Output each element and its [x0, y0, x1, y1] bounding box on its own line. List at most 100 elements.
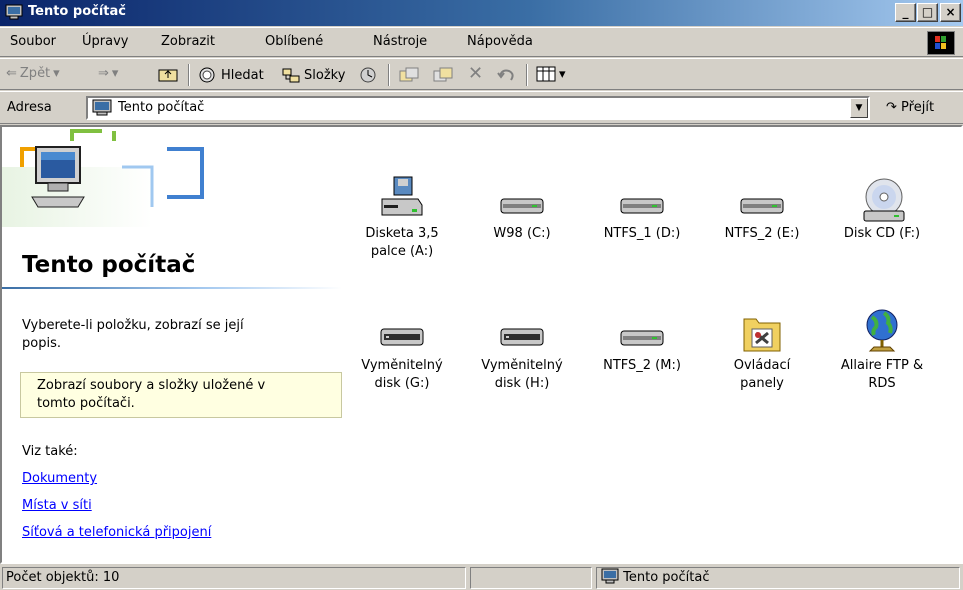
drive-a-label-2: palce (A:)	[370, 244, 434, 259]
go-label: Přejít	[901, 100, 935, 115]
removable-disk-icon	[498, 307, 546, 357]
forward-button[interactable]: ⇒ ▾	[98, 66, 118, 81]
history-icon	[360, 67, 376, 83]
allaire-ftp-rds[interactable]: Allaire FTP & RDS	[822, 307, 942, 393]
dropdown-arrow-icon: ▾	[559, 66, 566, 82]
address-input[interactable]: Tento počítač ▼	[86, 96, 870, 120]
toolbar-separator	[188, 64, 190, 86]
drive-f[interactable]: Disk CD (F:)	[822, 175, 942, 243]
divider	[2, 287, 342, 289]
control-panel-icon	[738, 307, 786, 357]
close-button[interactable]: ×	[940, 3, 961, 22]
menu-nastroje[interactable]: Nástroje	[373, 34, 427, 49]
pane-banner: Tento počítač	[2, 127, 342, 289]
folders-button[interactable]: Složky	[281, 66, 345, 84]
computer-icon	[92, 99, 112, 116]
copy-to-button[interactable]	[432, 66, 454, 84]
move-to-button[interactable]	[398, 66, 420, 84]
drive-a[interactable]: Disketa 3,5 palce (A:)	[342, 175, 462, 261]
control-panel-label-1: Ovládací	[733, 358, 791, 373]
menu-bar: Soubor Úpravy Zobrazit Oblíbené Nástroje…	[0, 27, 963, 57]
drive-h[interactable]: Vyměnitelný disk (H:)	[462, 307, 582, 393]
go-button[interactable]: ↷ Přejít	[886, 100, 934, 115]
folders-label: Složky	[304, 67, 346, 83]
go-arrow-icon: ↷	[886, 100, 897, 115]
title-bar: Tento počítač _ □ ×	[0, 0, 963, 26]
see-also-label: Viz také:	[22, 444, 78, 459]
undo-button[interactable]	[496, 66, 518, 84]
status-bar: Počet objektů: 10 Tento počítač	[0, 565, 963, 590]
pane-title: Tento počítač	[22, 252, 196, 278]
maximize-button[interactable]: □	[917, 3, 938, 22]
status-location-label: Tento počítač	[623, 570, 710, 585]
views-button[interactable]: ▾	[536, 66, 566, 82]
history-button[interactable]	[358, 66, 378, 84]
drive-m-label: NTFS_2 (M:)	[603, 358, 681, 373]
removable-disk-icon	[378, 307, 426, 357]
menu-oblibene[interactable]: Oblíbené	[265, 34, 323, 49]
status-location: Tento počítač	[596, 567, 960, 589]
up-folder-icon	[158, 69, 178, 82]
dropdown-arrow-icon: ▾	[111, 66, 119, 81]
content-area: Tento počítač Vyberete-li položku, zobra…	[0, 125, 963, 564]
address-dropdown-button[interactable]: ▼	[850, 98, 868, 118]
toolbar-separator	[388, 64, 390, 86]
menu-upravy[interactable]: Úpravy	[82, 34, 128, 49]
link-documents[interactable]: Dokumenty	[22, 470, 97, 488]
link-dialup-connections[interactable]: Síťová a telefonická připojení	[22, 524, 211, 542]
delete-icon[interactable]: ✕	[468, 63, 483, 84]
drive-m[interactable]: NTFS_2 (M:)	[582, 307, 702, 375]
hard-disk-icon	[618, 175, 666, 225]
drive-c[interactable]: W98 (C:)	[462, 175, 582, 243]
drive-d-label: NTFS_1 (D:)	[603, 226, 681, 241]
link-network-places[interactable]: Místa v síti	[22, 497, 92, 515]
drive-g[interactable]: Vyměnitelný disk (G:)	[342, 307, 462, 393]
up-folder-button[interactable]	[158, 66, 178, 82]
address-value: Tento počítač	[118, 100, 205, 115]
computer-icon	[5, 4, 23, 20]
move-to-icon	[399, 67, 419, 82]
copy-to-icon	[433, 67, 453, 82]
address-label: Adresa	[7, 100, 52, 115]
menu-zobrazit[interactable]: Zobrazit	[161, 34, 215, 49]
back-arrow-icon: ⇐	[6, 66, 17, 81]
computer-icon	[31, 146, 85, 208]
drive-h-label-1: Vyměnitelný	[481, 358, 563, 373]
hard-disk-icon	[738, 175, 786, 225]
status-panel-empty	[470, 567, 592, 589]
webview-pane: Tento počítač Vyberete-li položku, zobra…	[2, 127, 342, 562]
drive-a-label-1: Disketa 3,5	[365, 226, 439, 241]
drive-g-label-2: disk (G:)	[374, 376, 430, 391]
hard-disk-icon	[498, 175, 546, 225]
views-icon	[536, 66, 556, 82]
window-title: Tento počítač	[28, 4, 126, 19]
hint-line-2: popis.	[22, 336, 61, 351]
drive-c-label: W98 (C:)	[493, 226, 551, 241]
info-box: Zobrazí soubory a složky uložené v tomto…	[20, 372, 342, 418]
back-button[interactable]: ⇐ Zpět ▾	[6, 66, 60, 81]
info-line-2: tomto počítači.	[37, 396, 135, 411]
menu-napoveda[interactable]: Nápověda	[467, 34, 533, 49]
windows-logo-icon	[927, 31, 955, 55]
control-panel-label-2: panely	[740, 376, 784, 391]
allaire-label-2: RDS	[868, 376, 896, 391]
info-line-1: Zobrazí soubory a složky uložené v	[37, 378, 266, 393]
globe-icon	[858, 307, 906, 357]
drive-e-label: NTFS_2 (E:)	[724, 226, 800, 241]
search-button[interactable]: Hledat	[198, 66, 264, 84]
menu-soubor[interactable]: Soubor	[10, 34, 56, 49]
minimize-button[interactable]: _	[895, 3, 916, 22]
computer-icon	[601, 568, 619, 584]
control-panel[interactable]: Ovládací panely	[702, 307, 822, 393]
undo-icon	[497, 69, 514, 81]
search-icon	[199, 67, 215, 83]
drive-e[interactable]: NTFS_2 (E:)	[702, 175, 822, 243]
toolbar-separator	[526, 64, 528, 86]
back-label: Zpět	[19, 66, 51, 81]
dropdown-arrow-icon: ▾	[53, 66, 60, 81]
status-object-count: Počet objektů: 10	[2, 567, 466, 589]
floppy-drive-icon	[378, 175, 426, 225]
drive-d[interactable]: NTFS_1 (D:)	[582, 175, 702, 243]
forward-arrow-icon: ⇒	[98, 66, 109, 81]
cd-drive-icon	[858, 175, 906, 225]
